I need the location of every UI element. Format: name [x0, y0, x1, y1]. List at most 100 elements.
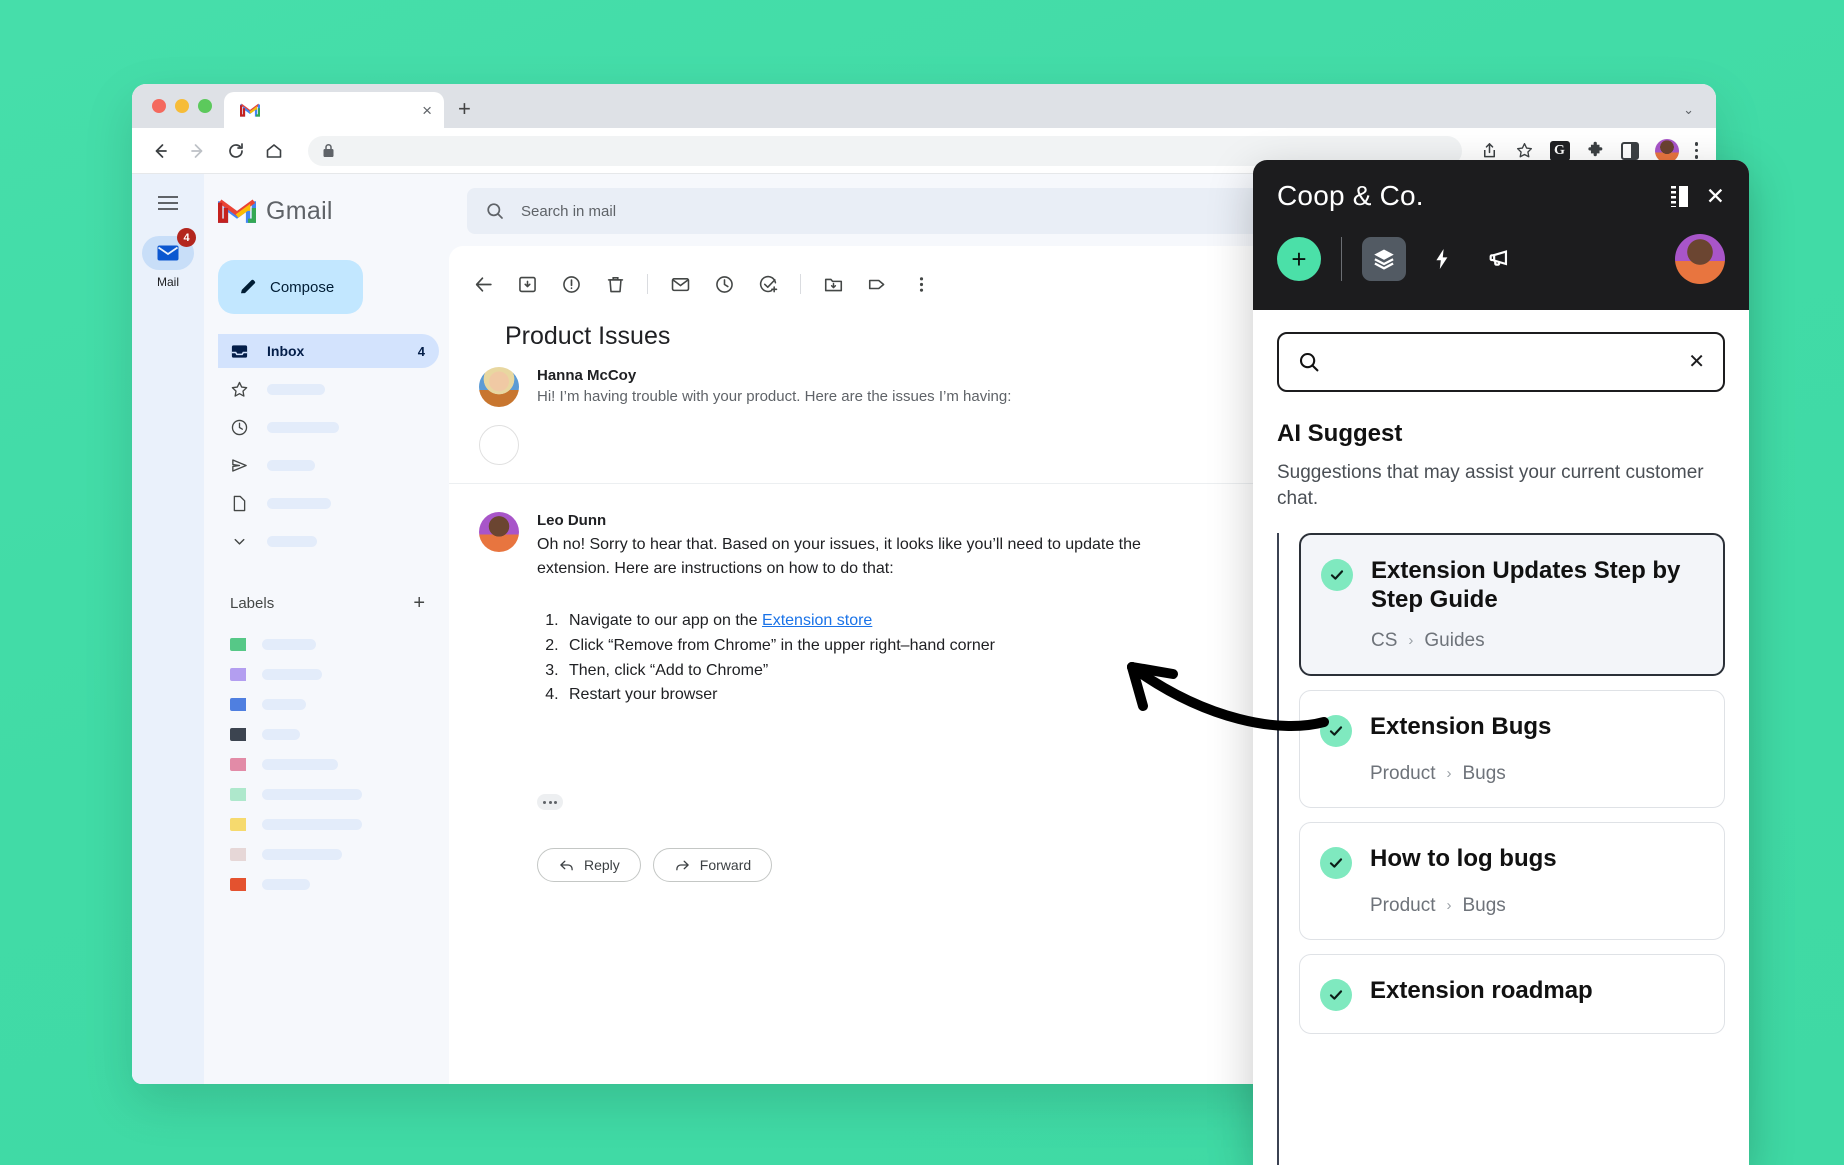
suggestion-card-selected[interactable]: Extension Updates Step by Step Guide CS … [1299, 533, 1725, 676]
suggestion-card[interactable]: Extension roadmap [1299, 953, 1725, 1034]
share-icon[interactable] [1480, 141, 1499, 160]
reply-button[interactable]: Reply [537, 848, 641, 883]
sidebar-item-inbox-count: 4 [417, 343, 425, 359]
chevron-down-icon[interactable]: ⌄ [1683, 102, 1694, 118]
rail-item-mail[interactable]: 4 Mail [142, 228, 196, 289]
sidebar-item-starred[interactable] [218, 372, 439, 406]
sidebar-item-more[interactable] [218, 524, 439, 558]
suggestion-card[interactable]: Extension Bugs Product › Bugs [1299, 689, 1725, 808]
suggestion-cards: Extension Updates Step by Step Guide CS … [1299, 533, 1725, 1034]
card-title: Extension Updates Step by Step Guide [1371, 557, 1681, 613]
chrome-menu-kebab[interactable] [1694, 142, 1698, 159]
label-row[interactable] [218, 839, 439, 869]
coop-and-co-widget: Coop & Co. ✕ + ✕ AI Suggest Suggestions … [1253, 160, 1749, 1165]
delete-icon[interactable] [597, 266, 633, 302]
main-menu-icon[interactable] [158, 196, 178, 210]
label-placeholder [262, 758, 338, 770]
widget-search-input[interactable] [1335, 352, 1675, 372]
avatar [479, 512, 519, 552]
close-window-button[interactable] [152, 99, 166, 113]
breadcrumb-root: Product [1370, 894, 1436, 916]
breadcrumb: CS › Guides [1371, 630, 1701, 652]
report-spam-icon[interactable] [553, 266, 589, 302]
forward-arrow-icon [188, 141, 208, 161]
grammarly-badge-icon[interactable]: G [1549, 140, 1570, 161]
suggestion-card[interactable]: How to log bugs Product › Bugs [1299, 821, 1725, 940]
gmail-logo-icon [218, 199, 256, 223]
bookmark-star-icon[interactable] [1515, 141, 1534, 160]
clear-search-icon[interactable]: ✕ [1688, 352, 1705, 372]
gmail-icon [239, 100, 261, 120]
draft-file-icon [233, 495, 246, 511]
breadcrumb-separator: › [1408, 632, 1414, 650]
breadcrumb-leaf: Bugs [1462, 894, 1506, 916]
side-panel-icon[interactable] [1620, 141, 1639, 160]
label-placeholder [262, 818, 362, 830]
minimize-window-button[interactable] [175, 99, 189, 113]
user-avatar[interactable] [1675, 234, 1725, 284]
sidebar-item-inbox[interactable]: Inbox 4 [218, 334, 439, 368]
back-arrow-icon[interactable] [465, 266, 501, 302]
widget-toolbar: + [1277, 212, 1725, 310]
add-to-tasks-icon[interactable] [750, 266, 786, 302]
sidebar-item-sent[interactable] [218, 448, 439, 482]
mail-search-input[interactable]: Search in mail [521, 203, 616, 220]
more-options-kebab[interactable] [903, 266, 939, 302]
home-icon[interactable] [264, 141, 284, 161]
archive-icon[interactable] [509, 266, 545, 302]
show-trimmed-content-button[interactable] [537, 794, 563, 811]
card-header: How to log bugs [1320, 845, 1702, 879]
label-row[interactable] [218, 629, 439, 659]
card-title: Extension Bugs [1370, 712, 1552, 740]
compose-button[interactable]: Compose [218, 260, 363, 314]
label-row[interactable] [218, 749, 439, 779]
back-arrow-icon[interactable] [150, 141, 170, 161]
label-row[interactable] [218, 689, 439, 719]
add-label-button[interactable]: + [413, 592, 425, 615]
list-item-text: Navigate to our app on the [569, 612, 763, 629]
widget-search-box[interactable]: ✕ [1277, 332, 1725, 392]
label-placeholder [262, 788, 362, 800]
sidebar-item-drafts[interactable] [218, 486, 439, 520]
card-header: Extension Bugs [1320, 713, 1702, 747]
lightning-bolt-icon[interactable] [1420, 237, 1464, 281]
profile-avatar[interactable] [1654, 138, 1679, 163]
close-tab-button[interactable]: × [422, 102, 432, 119]
label-row[interactable] [218, 719, 439, 749]
sidebar-placeholder [267, 459, 315, 471]
label-tag-icon [230, 757, 246, 771]
sidebar-item-snoozed[interactable] [218, 410, 439, 444]
mark-unread-icon[interactable] [662, 266, 698, 302]
forward-button[interactable]: Forward [652, 848, 773, 883]
window-traffic-lights [148, 84, 224, 128]
snooze-icon[interactable] [706, 266, 742, 302]
send-icon [232, 458, 247, 472]
reload-icon[interactable] [226, 141, 246, 161]
megaphone-icon[interactable] [1478, 237, 1522, 281]
label-row[interactable] [218, 779, 439, 809]
add-button[interactable]: + [1277, 237, 1321, 281]
extensions-puzzle-icon[interactable] [1586, 141, 1605, 160]
message-body: Oh no! Sorry to hear that. Based on your… [537, 536, 1141, 577]
scrollbar[interactable] [1277, 533, 1279, 1165]
panel-layout-icon[interactable] [1670, 185, 1688, 207]
label-row[interactable] [218, 659, 439, 689]
widget-title: Coop & Co. [1277, 180, 1424, 211]
breadcrumb-leaf: Guides [1424, 629, 1485, 651]
new-tab-button[interactable]: + [458, 98, 471, 120]
label-icon[interactable] [859, 266, 895, 302]
close-icon[interactable]: ✕ [1706, 184, 1725, 208]
check-icon [1320, 846, 1352, 879]
maximize-window-button[interactable] [198, 99, 212, 113]
toolbar-divider [1341, 237, 1342, 281]
extension-store-link[interactable]: Extension store [762, 612, 872, 629]
search-icon [487, 203, 503, 219]
rail-item-mail-label: Mail [156, 275, 179, 289]
label-row[interactable] [218, 869, 439, 899]
label-tag-icon [230, 787, 246, 801]
gmail-brand-label: Gmail [266, 196, 333, 225]
layers-icon[interactable] [1362, 237, 1406, 281]
move-to-icon[interactable] [815, 266, 851, 302]
browser-tab-gmail[interactable]: × [224, 92, 444, 128]
label-row[interactable] [218, 809, 439, 839]
